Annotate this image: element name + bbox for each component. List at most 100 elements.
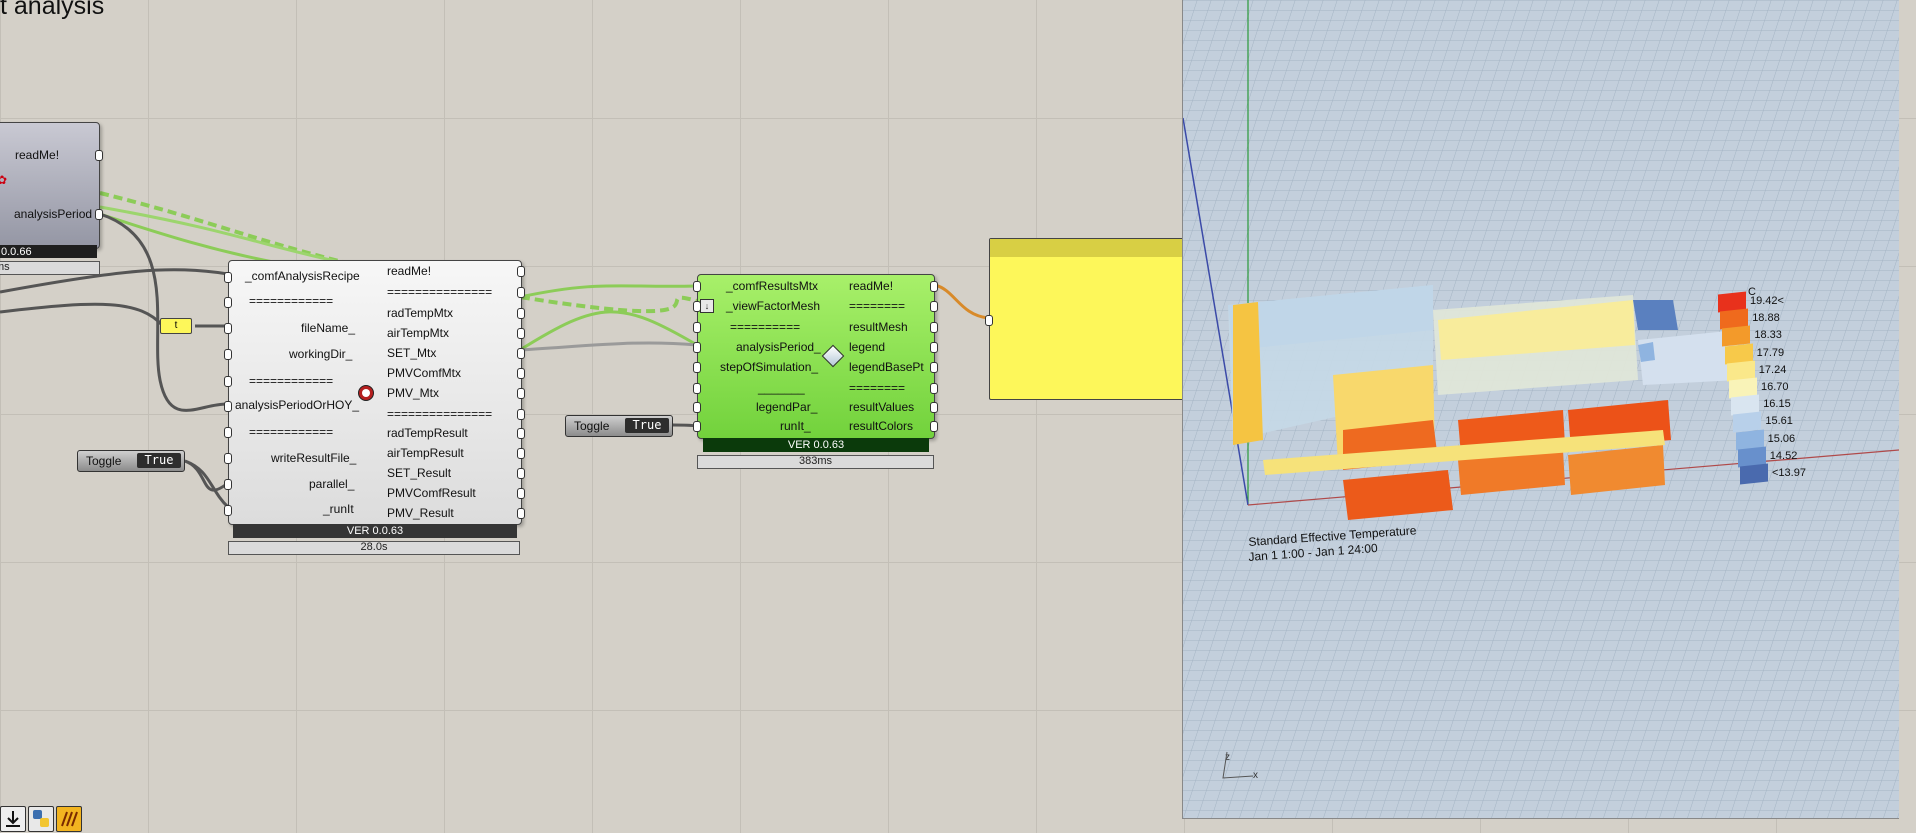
output-result-mesh: resultMesh [849, 320, 908, 334]
input-parallel: parallel_ [309, 477, 355, 491]
version-bar: VER 0.0.63 [233, 524, 517, 538]
legend-label: 15.61 [1765, 415, 1793, 428]
port-out-pmv-result[interactable] [517, 508, 525, 519]
port-out-readme[interactable] [95, 150, 103, 161]
flower-icon: ✿ [0, 173, 8, 187]
toggle-value[interactable]: True [625, 418, 669, 433]
toggle-label: Toggle [574, 419, 610, 433]
axis-gizmo-icon [1222, 751, 1254, 779]
port-in-comf-results-mtx[interactable] [693, 281, 701, 292]
input-analysis-period-or-hoy: analysisPeriodOrHOY_ [235, 398, 360, 412]
port-out-set-result[interactable] [517, 468, 525, 479]
port-in-comf-analysis-recipe[interactable] [224, 272, 232, 283]
input-separator-2: ============ [249, 374, 334, 388]
run-comfort-analysis-component[interactable]: _comfAnalysisRecipe ============ fileNam… [224, 260, 525, 538]
output-readme: readMe! [15, 148, 60, 162]
port-out-readme[interactable] [930, 281, 938, 292]
port-out-separator-1[interactable] [517, 287, 525, 298]
legend-label: 17.79 [1756, 346, 1785, 359]
port-out-pmv-comf-result[interactable] [517, 488, 525, 499]
port-in-legend-par[interactable] [693, 402, 701, 413]
output-readme: readMe! [387, 264, 432, 278]
input-legend-par: legendPar_ [756, 400, 818, 414]
port-out-separator-2[interactable] [930, 383, 938, 394]
port-in-separator-2[interactable] [224, 376, 232, 387]
port-in-analysis-period[interactable] [224, 401, 232, 412]
port-in-panel[interactable] [985, 315, 993, 326]
port-in-step-of-simulation[interactable] [693, 362, 701, 373]
output-legend: legend [849, 340, 886, 354]
legend-unit: C [1748, 286, 1756, 298]
output-air-temp-mtx: airTempMtx [387, 326, 450, 340]
toggle-label: Toggle [86, 454, 122, 468]
port-out-analysis-period[interactable] [95, 209, 103, 220]
output-set-result: SET_Result [387, 466, 452, 480]
port-in-working-dir[interactable] [224, 349, 232, 360]
port-out-separator-1[interactable] [930, 301, 938, 312]
text-panel[interactable] [985, 238, 1186, 400]
input-separator-1: ============ [249, 294, 334, 308]
port-in-separator-2[interactable] [693, 383, 701, 394]
output-pmv-mtx: PMV_Mtx [387, 386, 440, 400]
legend-label: 18.88 [1752, 312, 1780, 325]
legend-label: 15.06 [1767, 432, 1796, 445]
analysis-period-component[interactable]: readMe! analysisPeriod ✿ 0.0.66 [0, 122, 103, 258]
input-step-of-simulation: stepOfSimulation_ [720, 360, 819, 374]
rhino-viewport[interactable]: 19.42< 18.88 18.33 17.79 17.24 16.70 16.15 15.6… [1182, 0, 1899, 819]
mesh-yellow-1 [1233, 302, 1263, 445]
port-out-result-mesh[interactable] [930, 322, 938, 333]
port-out-pmv-mtx[interactable] [517, 388, 525, 399]
output-rad-temp-result: radTempResult [387, 426, 468, 440]
port-in-view-factor-mesh[interactable] [693, 301, 701, 312]
port-out-air-temp-result[interactable] [517, 448, 525, 459]
port-out-legend-base-pt[interactable] [930, 362, 938, 373]
honeybee-runner-icon [358, 385, 374, 401]
port-in-parallel[interactable] [224, 479, 232, 490]
download-icon[interactable] [0, 806, 26, 832]
input-working-dir: workingDir_ [289, 347, 353, 361]
read-comfort-results-component[interactable]: _comfResultsMtx _viewFactorMesh ========… [693, 274, 938, 452]
port-in-run-it[interactable] [224, 505, 232, 516]
output-separator-1: =============== [387, 285, 493, 299]
toggle-write-result[interactable]: Toggle True [77, 450, 185, 472]
toggle-value[interactable]: True [137, 453, 181, 468]
port-in-write-result-file[interactable] [224, 453, 232, 464]
input-comf-analysis-recipe: _comfAnalysisRecipe [245, 269, 360, 283]
panel-header [990, 239, 1185, 257]
flatten-icon[interactable]: ↓ [700, 299, 714, 313]
port-out-air-temp-mtx[interactable] [517, 328, 525, 339]
version-bar: 0.0.66 [0, 245, 97, 258]
port-in-run-it[interactable] [693, 421, 701, 432]
input-separator-3: ============ [249, 425, 334, 439]
legend-label: 16.70 [1761, 381, 1789, 393]
port-out-rad-temp-result[interactable] [517, 428, 525, 439]
output-separator-2: ======== [849, 381, 906, 395]
legend-label: 16.15 [1763, 398, 1791, 411]
input-run-it: _runIt [323, 502, 354, 516]
perspective-grid [1183, 0, 1899, 818]
port-in-analysis-period[interactable] [693, 342, 701, 353]
ladybug-icon[interactable] [56, 806, 82, 832]
port-in-file-name[interactable] [224, 323, 232, 334]
time-bar: 28.0s [228, 541, 520, 555]
port-out-rad-temp-mtx[interactable] [517, 308, 525, 319]
port-out-pmv-comf-mtx[interactable] [517, 368, 525, 379]
output-separator-1: ======== [849, 299, 906, 313]
python-icon[interactable] [28, 806, 54, 832]
port-out-separator-2[interactable] [517, 409, 525, 420]
relay-node[interactable]: t [160, 318, 192, 334]
input-write-result-file: writeResultFile_ [271, 451, 357, 465]
toggle-run-it[interactable]: Toggle True [565, 415, 673, 437]
output-set-mtx: SET_Mtx [387, 346, 437, 360]
port-in-separator-3[interactable] [224, 427, 232, 438]
input-run-it: runIt_ [780, 419, 811, 433]
time-bar: ms [0, 261, 100, 275]
legend-label: 14.52 [1769, 449, 1798, 462]
port-out-result-values[interactable] [930, 402, 938, 413]
port-out-set-mtx[interactable] [517, 348, 525, 359]
port-out-legend[interactable] [930, 342, 938, 353]
port-out-readme[interactable] [517, 266, 525, 277]
port-in-separator-1[interactable] [693, 322, 701, 333]
port-in-separator-1[interactable] [224, 297, 232, 308]
port-out-result-colors[interactable] [930, 421, 938, 432]
